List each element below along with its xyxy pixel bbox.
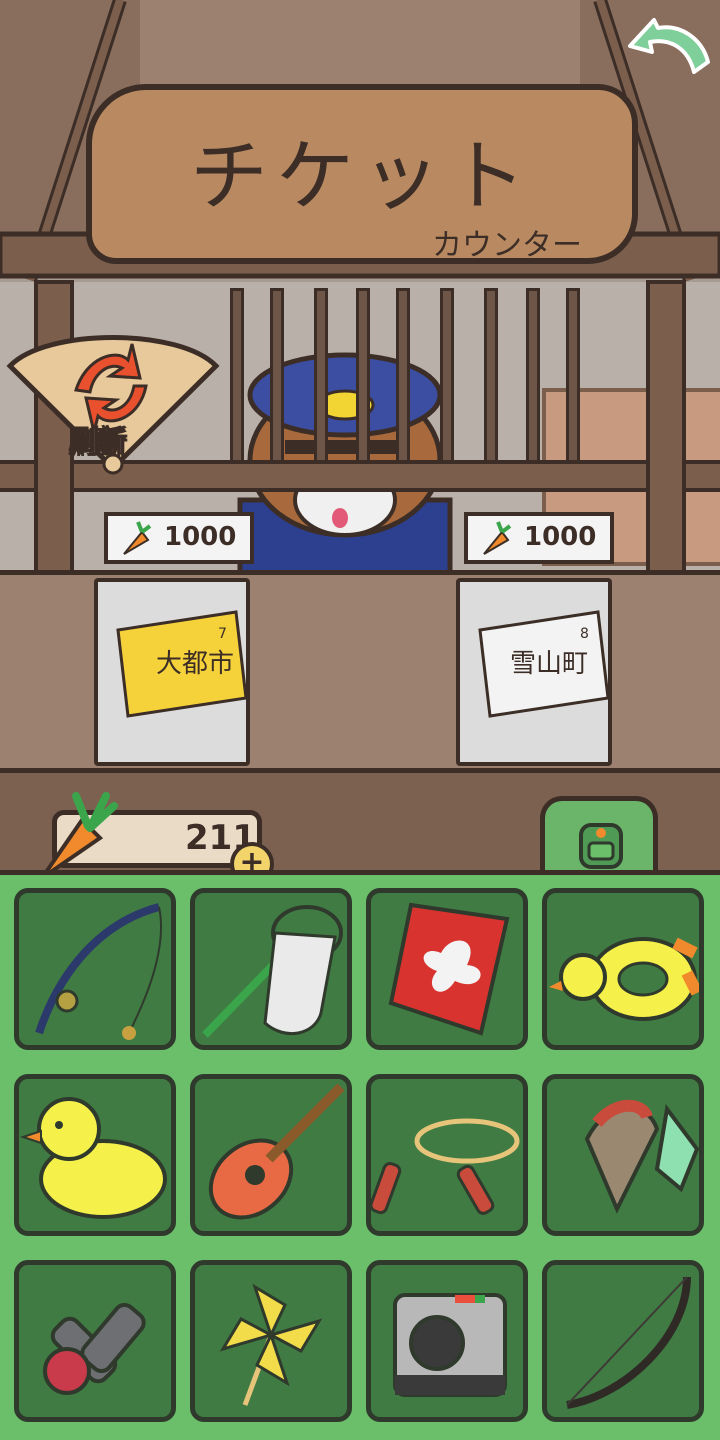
carrot-icon [483,521,512,555]
duck-float-ring-icon [549,937,699,1021]
item-kite[interactable] [366,888,528,1050]
bug-net-icon [202,905,343,1038]
spinning-top-icon [584,1099,699,1214]
bar [356,288,370,468]
carrot-icon [123,521,152,555]
item-pinwheel[interactable] [190,1260,352,1422]
item-instant-camera[interactable] [366,1260,528,1422]
pinwheel-icon [219,1283,323,1406]
sign-title: チケット [189,132,534,222]
ticket-price-tag: 1000 [104,512,254,564]
ticket-price: 1000 [524,522,597,552]
ticket-destination: 大都市 [156,649,234,679]
item-bug-net[interactable] [190,888,352,1050]
kite-icon [388,902,510,1036]
rubber-duck-icon [19,1097,167,1219]
item-jump-rope[interactable] [366,1074,528,1236]
bar [484,288,498,468]
item-kendama[interactable] [14,1260,176,1422]
ticket-card[interactable]: 大都市 7 [108,602,248,722]
counter-sign: チケット カウンター [86,84,638,264]
ticket-number: 8 [580,626,589,642]
item-fishing-rod[interactable] [14,888,176,1050]
bar [230,288,244,468]
bar [526,288,540,468]
ticket-card[interactable]: 雪山町 8 [470,602,610,722]
fishing-rod-icon [35,903,162,1040]
bar [396,288,410,468]
ticket-counter-scene: チケット カウンター 刷新 1000 大都市 7 1000 雪山町 8 [0,0,720,870]
ticket-number: 7 [218,626,227,642]
item-ukulele[interactable] [190,1074,352,1236]
post-right [646,280,686,580]
inventory-grid [14,888,706,1428]
ticket-slot[interactable]: 雪山町 8 [456,578,612,766]
bar [440,288,454,468]
item-spinning-top[interactable] [542,1074,704,1236]
ticket-slot[interactable]: 大都市 7 [94,578,250,766]
refresh-label: 刷新 [69,425,127,459]
kendama-icon [43,1302,146,1395]
bar [314,288,328,468]
ticket-destination: 雪山町 [510,649,588,679]
bow-icon [566,1276,691,1409]
bar [270,288,284,468]
bar [566,288,580,468]
item-rubber-duck[interactable] [14,1074,176,1236]
backpack-icon [579,823,623,869]
back-arrow-icon[interactable] [624,12,712,92]
ticket-price: 1000 [164,522,237,552]
ukulele-icon [208,1083,345,1220]
instant-camera-icon [393,1293,507,1397]
ticket-price-tag: 1000 [464,512,614,564]
sign-subtitle: カウンター [432,228,582,263]
item-duck-float-ring[interactable] [542,888,704,1050]
item-bow[interactable] [542,1260,704,1422]
jump-rope-icon [371,1118,520,1215]
